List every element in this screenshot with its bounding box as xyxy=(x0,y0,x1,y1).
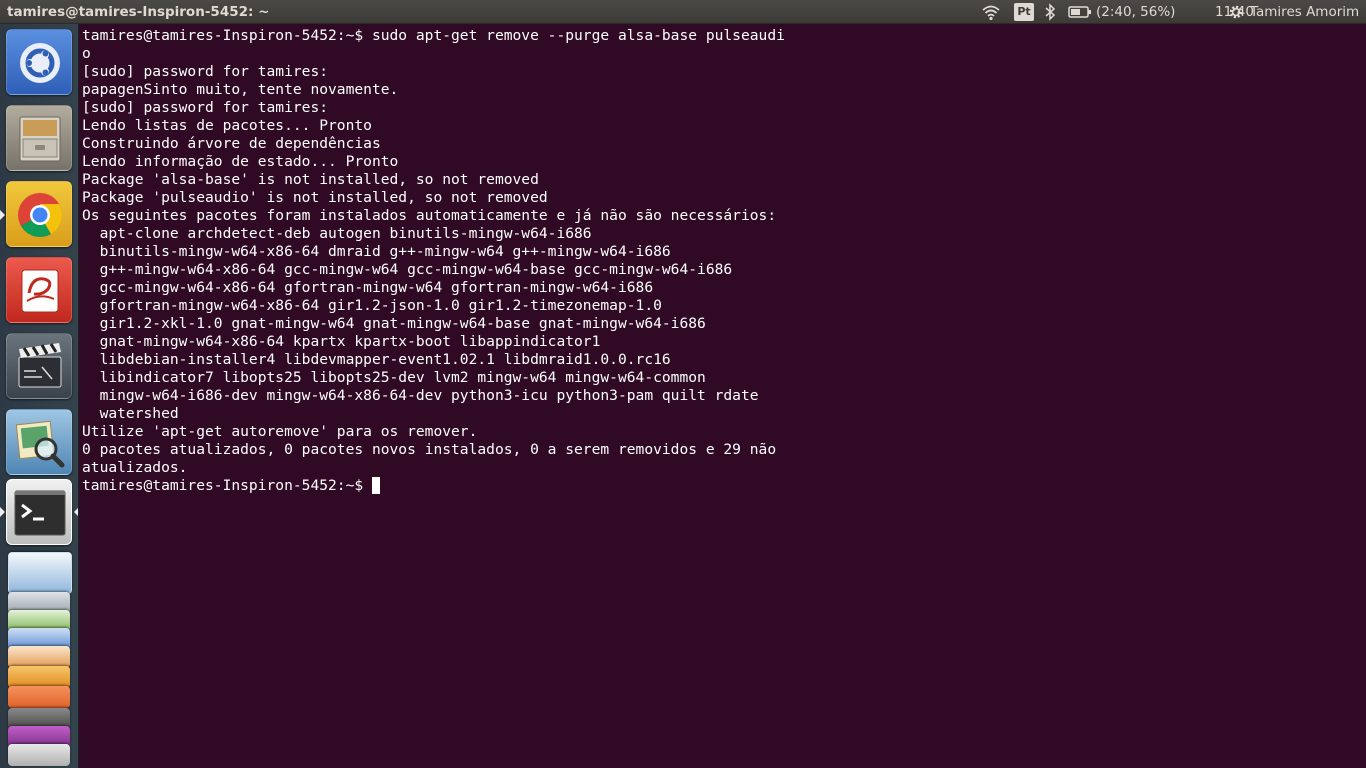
terminal-line: gir1.2-xkl-1.0 gnat-mingw-w64 gnat-mingw… xyxy=(82,315,706,332)
terminal-prompt-line[interactable]: tamires@tamires-Inspiron-5452:~$ xyxy=(82,477,785,495)
terminal-line: Lendo informação de estado... Pronto xyxy=(82,153,399,170)
keyboard-layout-indicator[interactable]: Pt xyxy=(1014,3,1034,21)
terminal-icon xyxy=(14,490,66,536)
bluetooth-icon[interactable] xyxy=(1044,0,1056,24)
shell-prompt: tamires@tamires-Inspiron-5452:~$ xyxy=(82,477,372,494)
impress-icon[interactable] xyxy=(8,646,70,668)
terminal-line: Utilize 'apt-get autoremove' para os rem… xyxy=(82,423,478,440)
window-title: tamires@tamires-Inspiron-5452: ~ xyxy=(7,4,270,20)
launcher-files[interactable] xyxy=(6,105,72,171)
battery-icon[interactable] xyxy=(1068,0,1092,24)
user-name[interactable]: Tamires Amorim xyxy=(1250,0,1359,24)
launcher-video-editor[interactable] xyxy=(6,333,72,399)
software-center-icon[interactable] xyxy=(8,686,70,708)
terminal-line: [sudo] password for tamires: xyxy=(82,99,337,116)
gear-icon[interactable] xyxy=(1227,0,1245,24)
terminal-line: atualizados. xyxy=(82,459,188,476)
terminal-line: gfortran-mingw-w64-x86-64 gir1.2-json-1.… xyxy=(82,297,662,314)
terminal-output[interactable]: tamires@tamires-Inspiron-5452:~$ sudo ap… xyxy=(82,27,785,495)
terminal-line: Package 'alsa-base' is not installed, so… xyxy=(82,171,539,188)
terminal-line: 0 pacotes atualizados, 0 pacotes novos i… xyxy=(82,441,777,458)
terminal-line: gcc-mingw-w64-x86-64 gfortran-mingw-w64 … xyxy=(82,279,654,296)
terminal-line: o xyxy=(82,45,91,62)
battery-status-text[interactable]: (2:40, 56%) xyxy=(1096,0,1175,24)
terminal-line: gnat-mingw-w64-x86-64 kpartx kpartx-boot… xyxy=(82,333,601,350)
text-cursor xyxy=(371,477,380,494)
top-panel: tamires@tamires-Inspiron-5452: ~ Pt (2:4… xyxy=(0,0,1366,24)
launcher-terminal[interactable] xyxy=(6,479,72,545)
files-icon xyxy=(19,116,61,162)
terminal-line: tamires@tamires-Inspiron-5452:~$ sudo ap… xyxy=(82,27,785,44)
launcher-document-viewer[interactable] xyxy=(6,257,72,323)
terminal-line: apt-clone archdetect-deb autogen binutil… xyxy=(82,225,592,242)
terminal-line: papagenSinto muito, tente novamente. xyxy=(82,81,399,98)
launcher-image-viewer[interactable] xyxy=(6,409,72,475)
trash-icon[interactable] xyxy=(8,744,70,766)
image-viewer-icon xyxy=(15,420,65,468)
writer-icon[interactable] xyxy=(8,552,72,594)
terminal-line: libdebian-installer4 libdevmapper-event1… xyxy=(82,351,671,368)
terminal-line: binutils-mingw-w64-x86-64 dmraid g++-min… xyxy=(82,243,671,260)
document-viewer-icon xyxy=(21,269,59,313)
terminal-line: libindicator7 libopts25 libopts25-dev lv… xyxy=(82,369,706,386)
launcher-chrome[interactable] xyxy=(6,181,72,247)
ubuntu-logo-icon xyxy=(20,43,60,83)
terminal-line: [sudo] password for tamires: xyxy=(82,63,337,80)
terminal-line: g++-mingw-w64-x86-64 gcc-mingw-w64 gcc-m… xyxy=(82,261,733,278)
clapperboard-icon xyxy=(18,343,62,388)
terminal-window[interactable]: tamires@tamires-Inspiron-5452:~$ sudo ap… xyxy=(79,24,1366,768)
launcher xyxy=(0,24,79,768)
terminal-line: Construindo árvore de dependências xyxy=(82,135,381,152)
terminal-line: watershed xyxy=(82,405,179,422)
amazon-icon[interactable] xyxy=(8,666,70,688)
ubuntu-dash-button[interactable] xyxy=(6,29,72,95)
chrome-icon xyxy=(18,193,62,237)
wifi-icon[interactable] xyxy=(982,0,1000,24)
terminal-line: Package 'pulseaudio' is not installed, s… xyxy=(82,189,548,206)
terminal-line: Lendo listas de pacotes... Pronto xyxy=(82,117,372,134)
terminal-line: Os seguintes pacotes foram instalados au… xyxy=(82,207,777,224)
running-indicator xyxy=(0,507,5,517)
running-indicator xyxy=(0,210,5,220)
terminal-line: mingw-w64-i686-dev mingw-w64-x86-64-dev … xyxy=(82,387,759,404)
